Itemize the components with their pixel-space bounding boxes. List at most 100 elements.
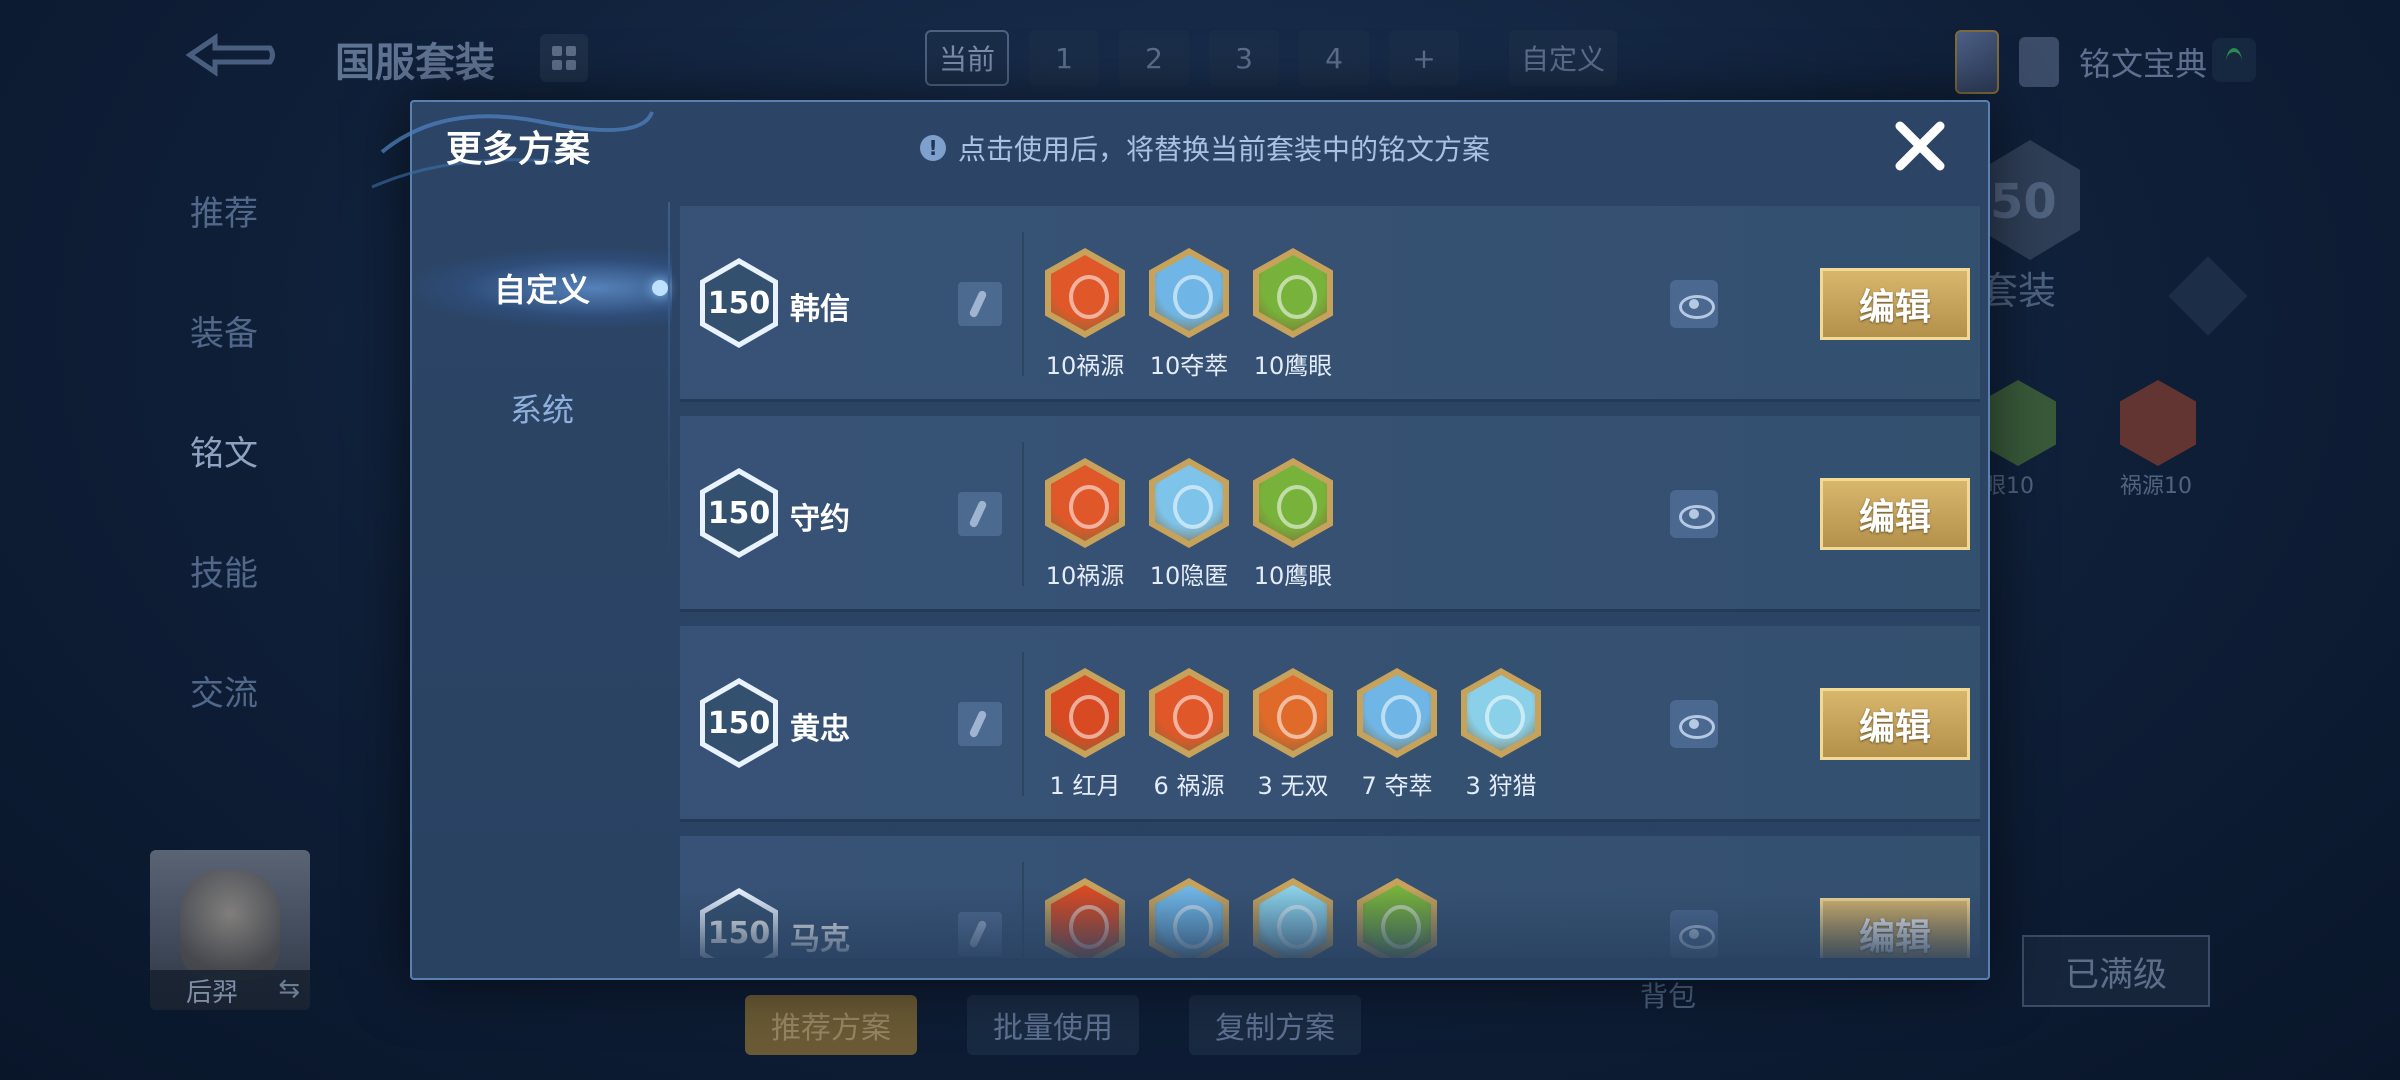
rename-pen-icon[interactable] (958, 702, 1002, 746)
rune-label: 10鹰眼 (1253, 352, 1333, 380)
tab-custom-plans[interactable]: 自定义 (412, 248, 672, 328)
rename-pen-icon[interactable] (958, 492, 1002, 536)
edit-button[interactable]: 编辑 (1820, 898, 1970, 958)
right-suit-label: 套装 (1980, 269, 2057, 313)
preview-eye-icon[interactable] (1670, 280, 1718, 328)
side-item-equipment[interactable]: 装备 (190, 270, 370, 390)
preview-eye-icon[interactable] (1670, 490, 1718, 538)
full-level-button[interactable]: 已满级 (2022, 935, 2210, 1007)
rune-group: 1 红月 6 祸源 3 无双 7 夺萃 3 狩猎 (1045, 668, 1541, 801)
edit-button[interactable]: 编辑 (1820, 478, 1970, 550)
plan-list[interactable]: 150 韩信 10祸源 10夺萃 10鹰眼 编辑 150 守约 10祸源 10隐… (680, 206, 1980, 958)
plan-row: 150 韩信 10祸源 10夺萃 10鹰眼 编辑 (680, 206, 1980, 402)
rename-pen-icon[interactable] (958, 282, 1002, 326)
close-icon[interactable] (1890, 116, 1950, 176)
tab-1[interactable]: 1 (1029, 30, 1100, 86)
notice-text: 点击使用后，将替换当前套装中的铭文方案 (958, 133, 1491, 166)
rune-guide[interactable]: 铭文宝典 (1955, 30, 2207, 94)
right-rune-label: 眼10 (1984, 474, 2034, 499)
rune-label: 7 夺萃 (1361, 772, 1433, 800)
plan-row: 150 守约 10祸源 10隐匿 10鹰眼 编辑 (680, 416, 1980, 612)
rune-core (1363, 885, 1431, 958)
rune-icon (1045, 668, 1125, 758)
rune-label: 10祸源 (1045, 352, 1125, 380)
suit-title: 国服套装 (335, 40, 495, 86)
preview-eye-icon[interactable] (1670, 700, 1718, 748)
rune-core (1467, 675, 1535, 751)
hero-card[interactable]: 后羿 ⇆ (150, 850, 310, 1010)
wifi-icon (2212, 38, 2256, 82)
rune-item (1045, 878, 1125, 958)
swap-icon[interactable]: ⇆ (278, 974, 300, 1004)
rune-item: 3 无双 (1253, 668, 1333, 801)
rune-core (1259, 465, 1327, 541)
plan-row: 150 马克 编辑 (680, 836, 1980, 958)
rune-icon (1045, 458, 1125, 548)
rune-core (1259, 885, 1327, 958)
rune-icon (1253, 458, 1333, 548)
side-item-rune[interactable]: 铭文 (190, 390, 370, 510)
rune-label: 6 祸源 (1153, 772, 1225, 800)
plan-type-tabs: 自定义 系统 (412, 202, 672, 982)
rune-icon (1253, 668, 1333, 758)
rune-core (1051, 885, 1119, 958)
rune-item: 10祸源 (1045, 458, 1125, 591)
copy-plan-button[interactable]: 复制方案 (1189, 995, 1361, 1055)
rune-core (1051, 675, 1119, 751)
row-divider (1022, 652, 1024, 796)
rune-label: 1 红月 (1049, 772, 1121, 800)
edit-button[interactable]: 编辑 (1820, 268, 1970, 340)
grid-icon[interactable] (540, 34, 588, 82)
edit-button[interactable]: 编辑 (1820, 688, 1970, 760)
recommend-plan-button[interactable]: 推荐方案 (745, 995, 917, 1055)
preview-eye-icon[interactable] (1670, 910, 1718, 958)
plan-hero-name: 马克 (790, 922, 850, 957)
side-item-community[interactable]: 交流 (190, 630, 370, 750)
tab-2[interactable]: 2 (1119, 30, 1190, 86)
tab-4[interactable]: 4 (1299, 30, 1370, 86)
rune-core (1155, 885, 1223, 958)
back-arrow-icon[interactable] (180, 30, 280, 80)
rune-core (1155, 255, 1223, 331)
more-plans-dialog: 更多方案 ! 点击使用后，将替换当前套装中的铭文方案 自定义 系统 150 韩信… (371, 100, 1990, 982)
guide-book-icon (2019, 37, 2059, 87)
rune-core (1155, 465, 1223, 541)
rune-group: 10祸源 10夺萃 10鹰眼 (1045, 248, 1333, 381)
hero-portrait (180, 870, 280, 980)
rename-pen-icon[interactable] (958, 912, 1002, 956)
tab-current[interactable]: 当前 (925, 30, 1010, 86)
batch-use-button[interactable]: 批量使用 (967, 995, 1139, 1055)
bag-label[interactable]: 背包 (1640, 975, 1696, 1015)
rune-label: 3 狩猎 (1465, 772, 1537, 800)
plan-hero-name: 守约 (790, 502, 850, 537)
rune-guide-label: 铭文宝典 (2079, 45, 2208, 83)
rune-item: 10隐匿 (1149, 458, 1229, 591)
rune-core (1363, 675, 1431, 751)
dialog-header: 更多方案 ! 点击使用后，将替换当前套装中的铭文方案 (371, 102, 1988, 189)
rune-item: 10祸源 (1045, 248, 1125, 381)
right-level: 50 (1990, 174, 2057, 230)
plan-hero-name: 韩信 (790, 292, 850, 327)
card-icon[interactable] (1955, 30, 1999, 94)
rune-icon (1149, 878, 1229, 958)
side-item-skill[interactable]: 技能 (190, 510, 370, 630)
menu-icon[interactable] (2168, 256, 2248, 336)
rune-item: 7 夺萃 (1357, 668, 1437, 801)
side-item-recommend[interactable]: 推荐 (190, 150, 370, 270)
tab-system-plans[interactable]: 系统 (412, 368, 672, 448)
tab-add[interactable]: + (1389, 30, 1460, 86)
rune-item (1149, 878, 1229, 958)
rune-icon (1253, 878, 1333, 958)
eagle-rune-icon (1980, 380, 2056, 466)
rune-icon (1461, 668, 1541, 758)
tab-3[interactable]: 3 (1209, 30, 1280, 86)
tab-label: 系统 (509, 391, 574, 429)
rune-item: 10夺萃 (1149, 248, 1229, 381)
rune-core (1051, 255, 1119, 331)
rune-item (1357, 878, 1437, 958)
right-rune-label: 祸源10 (2120, 474, 2192, 499)
rune-icon (1045, 878, 1125, 958)
rune-icon (1253, 248, 1333, 338)
info-icon: ! (920, 135, 946, 161)
tab-custom[interactable]: 自定义 (1509, 30, 1618, 86)
